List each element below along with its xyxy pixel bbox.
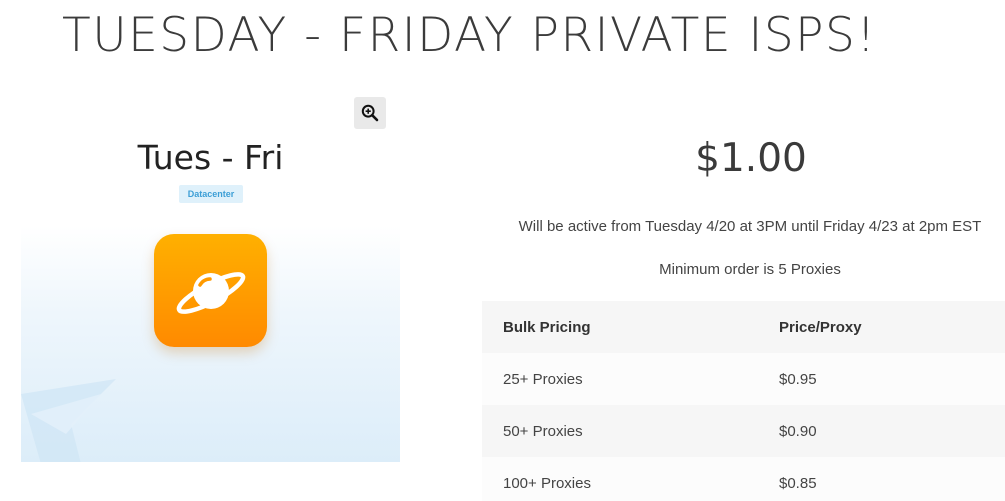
product-price: $1.00 <box>695 136 807 181</box>
zoom-button[interactable] <box>354 97 386 129</box>
zoom-in-icon <box>361 104 379 122</box>
product-image[interactable]: Tues - Fri Datacenter <box>21 134 400 462</box>
planet-icon <box>154 234 267 347</box>
column-header-bulk-pricing: Bulk Pricing <box>503 318 591 336</box>
tier-quantity: 50+ Proxies <box>503 422 583 440</box>
minimum-order-note: Minimum order is 5 Proxies <box>659 261 841 278</box>
tier-quantity: 25+ Proxies <box>503 370 583 388</box>
product-name: Tues - Fri <box>137 138 284 177</box>
page-title: TUESDAY - FRIDAY PRIVATE ISPS! <box>62 8 877 63</box>
background-arrow-shape <box>21 379 116 462</box>
tier-price: $0.85 <box>779 474 817 492</box>
table-row: 50+ Proxies $0.90 <box>482 405 1005 457</box>
product-page: TUESDAY - FRIDAY PRIVATE ISPS! Tues - Fr… <box>0 0 1005 501</box>
datacenter-badge: Datacenter <box>179 185 243 203</box>
table-row: 100+ Proxies $0.85 <box>482 457 1005 501</box>
bulk-pricing-table: Bulk Pricing Price/Proxy 25+ Proxies $0.… <box>482 301 1005 501</box>
availability-note: Will be active from Tuesday 4/20 at 3PM … <box>518 218 982 235</box>
table-header-row: Bulk Pricing Price/Proxy <box>482 301 1005 353</box>
column-header-price-per-proxy: Price/Proxy <box>779 318 862 336</box>
tier-price: $0.90 <box>779 422 817 440</box>
tier-price: $0.95 <box>779 370 817 388</box>
tier-quantity: 100+ Proxies <box>503 474 591 492</box>
table-row: 25+ Proxies $0.95 <box>482 353 1005 405</box>
